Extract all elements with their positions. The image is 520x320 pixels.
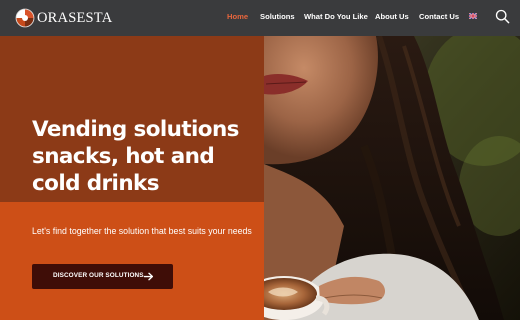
site-header: ORASESTA Home Solutions What Do You Like… — [0, 0, 520, 36]
nav-item-what-do-you-like[interactable]: What Do You Like — [304, 12, 368, 21]
nav-item-contact-us[interactable]: Contact Us — [419, 12, 459, 21]
cta-label: DISCOVER OUR SOLUTIONS — [53, 272, 144, 279]
woman-with-coffee-cup-photo — [264, 36, 520, 320]
nav-item-solutions[interactable]: Solutions — [260, 12, 295, 21]
main-nav: Home Solutions What Do You Like About Us… — [0, 0, 520, 36]
hero-headline: Vending solutions snacks, hot and cold d… — [32, 117, 239, 196]
arrow-right-icon — [143, 272, 154, 281]
hero-subtext: Let's find together the solution that be… — [32, 226, 252, 236]
uk-flag-icon[interactable] — [469, 13, 477, 19]
hero-image — [264, 36, 520, 320]
nav-item-about-us[interactable]: About Us — [375, 12, 409, 21]
nav-item-home[interactable]: Home — [227, 12, 248, 21]
search-icon[interactable] — [495, 9, 510, 24]
discover-solutions-button[interactable]: DISCOVER OUR SOLUTIONS — [32, 264, 173, 289]
hero-lower-panel — [0, 202, 264, 320]
